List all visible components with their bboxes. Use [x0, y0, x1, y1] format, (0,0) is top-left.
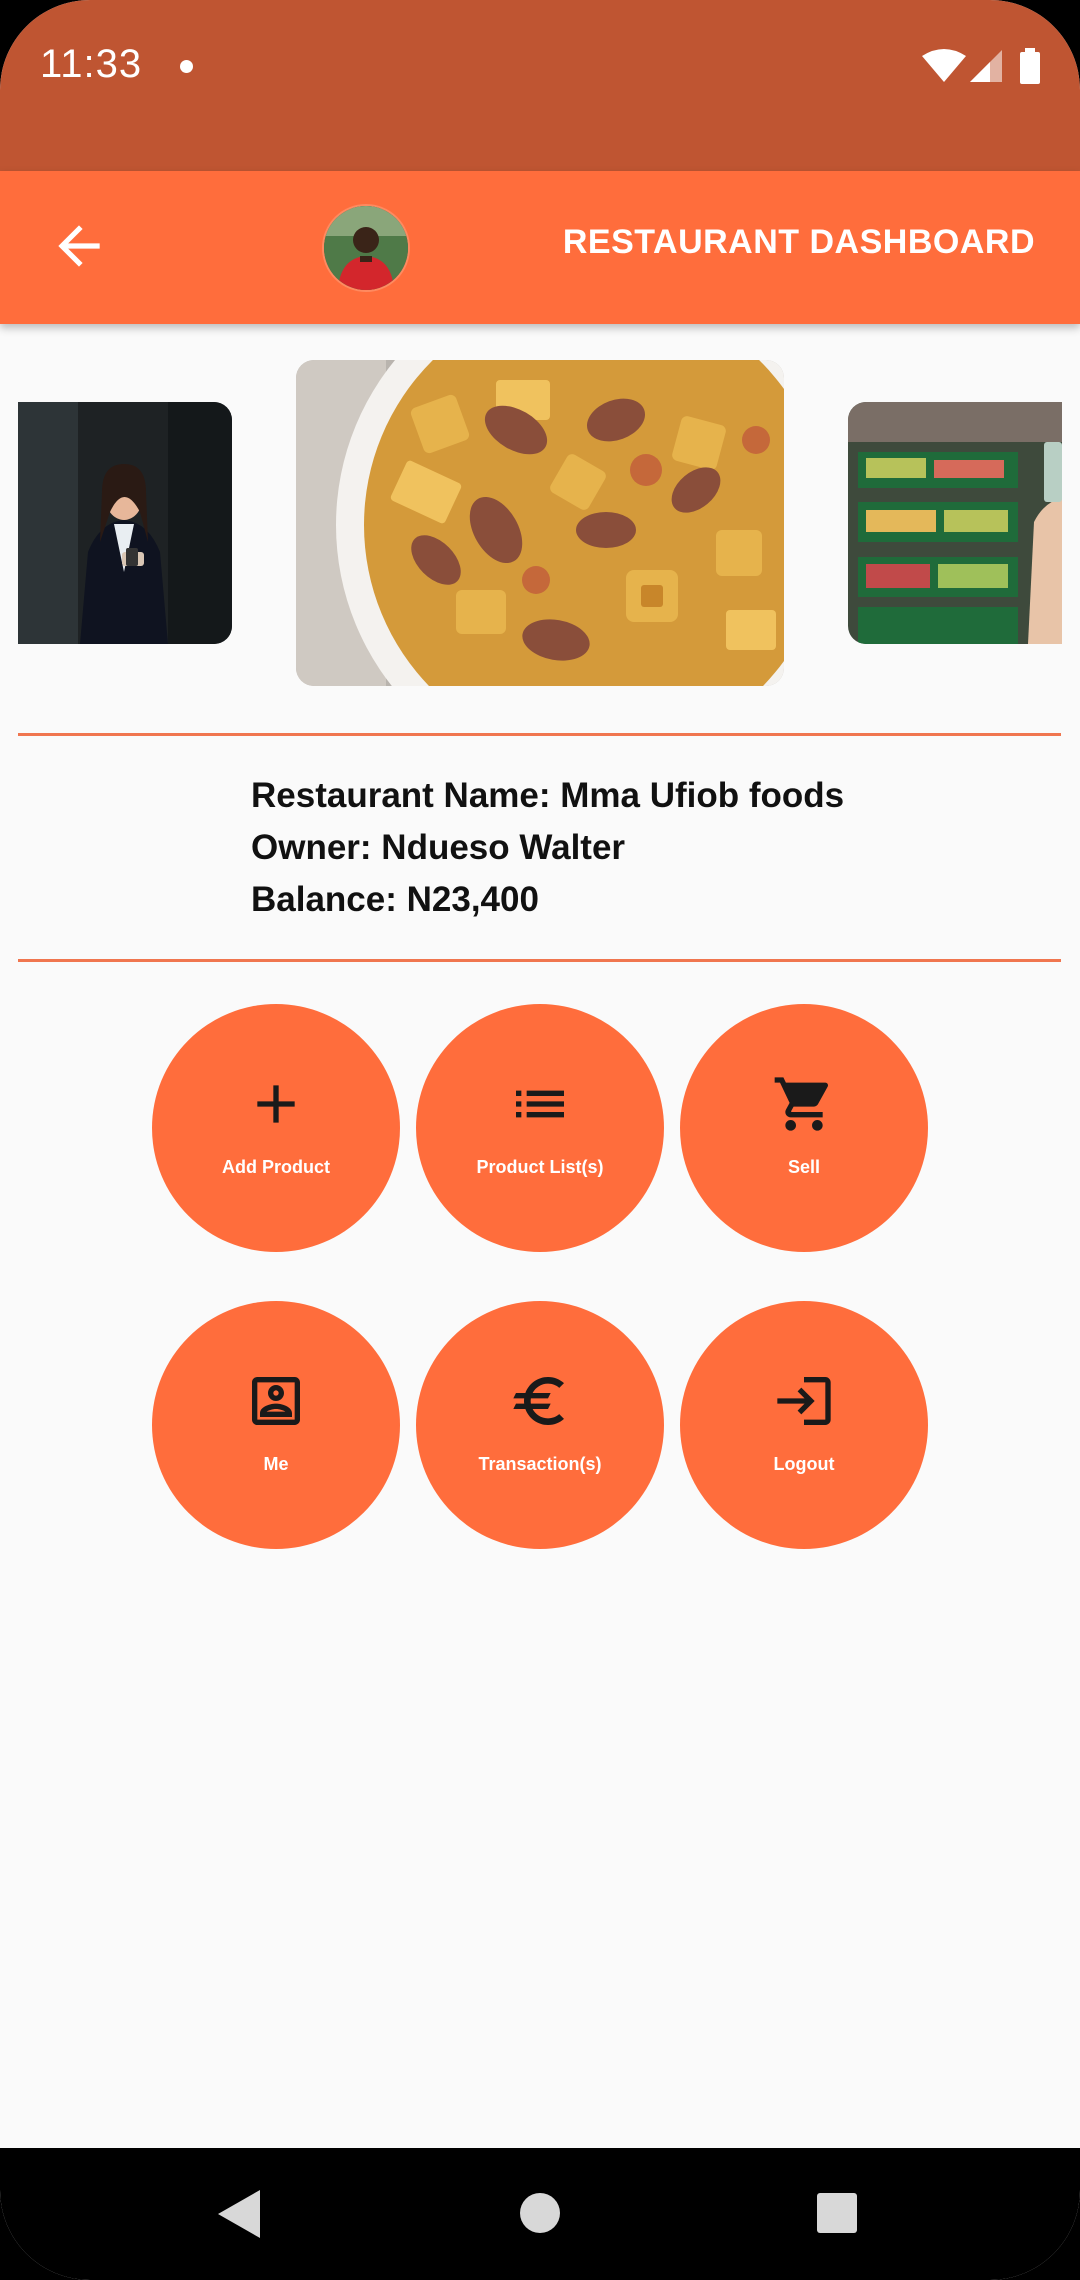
login-icon: [777, 1377, 831, 1425]
status-time: 11:33: [40, 42, 143, 86]
phone-screen: 11:33 RESTAURANT DASHBOARD Restaurant Na…: [0, 0, 1080, 2280]
carousel-slide-woman-with-phone[interactable]: [18, 402, 232, 644]
page-title: RESTAURANT DASHBOARD: [562, 223, 1035, 261]
restaurant-name: Restaurant Name: Mma Ufiob foods: [251, 776, 845, 815]
transactions-label: Transaction(s): [478, 1454, 602, 1474]
divider-bottom: [18, 959, 1061, 962]
add-product-label: Add Product: [222, 1157, 330, 1177]
recents-square-icon[interactable]: [816, 2192, 858, 2234]
status-bar: 11:33: [0, 0, 1080, 171]
carousel-slide-supermarket-produce[interactable]: [848, 402, 1062, 644]
app-bar: RESTAURANT DASHBOARD: [0, 171, 1080, 324]
sell-button[interactable]: Sell: [680, 1004, 928, 1252]
sell-label: Sell: [787, 1157, 821, 1177]
restaurant-info: Restaurant Name: Mma Ufiob foods Owner: …: [251, 770, 844, 926]
logout-label: Logout: [773, 1454, 835, 1474]
plus-icon: [257, 1085, 295, 1123]
me-label: Me: [263, 1454, 289, 1474]
restaurant-balance: Balance: N23,400: [251, 880, 539, 919]
user-avatar[interactable]: [322, 204, 410, 292]
add-product-button[interactable]: Add Product: [152, 1004, 400, 1252]
status-icons: [922, 48, 1040, 84]
logout-button[interactable]: Logout: [680, 1301, 928, 1549]
battery-icon: [1020, 48, 1040, 84]
arrow-left-icon[interactable]: [48, 215, 110, 277]
divider-top: [18, 733, 1061, 736]
wifi-icon: [922, 49, 966, 82]
transactions-button[interactable]: Transaction(s): [416, 1301, 664, 1549]
notification-dot-icon: [180, 60, 193, 73]
cart-icon: [774, 1077, 829, 1131]
list-icon: [516, 1090, 564, 1118]
image-carousel[interactable]: [0, 358, 1080, 688]
carousel-slide-snack-mix-bowl[interactable]: [296, 360, 784, 686]
restaurant-owner: Owner: Ndueso Walter: [251, 828, 626, 867]
home-circle-icon[interactable]: [519, 2192, 561, 2234]
product-list-button[interactable]: Product List(s): [416, 1004, 664, 1252]
product-list-label: Product List(s): [476, 1157, 604, 1177]
back-triangle-icon[interactable]: [218, 2190, 260, 2238]
euro-icon: [513, 1377, 564, 1425]
me-button[interactable]: Me: [152, 1301, 400, 1549]
contact-card-icon: [252, 1377, 300, 1425]
system-nav-bar: [0, 2148, 1080, 2280]
